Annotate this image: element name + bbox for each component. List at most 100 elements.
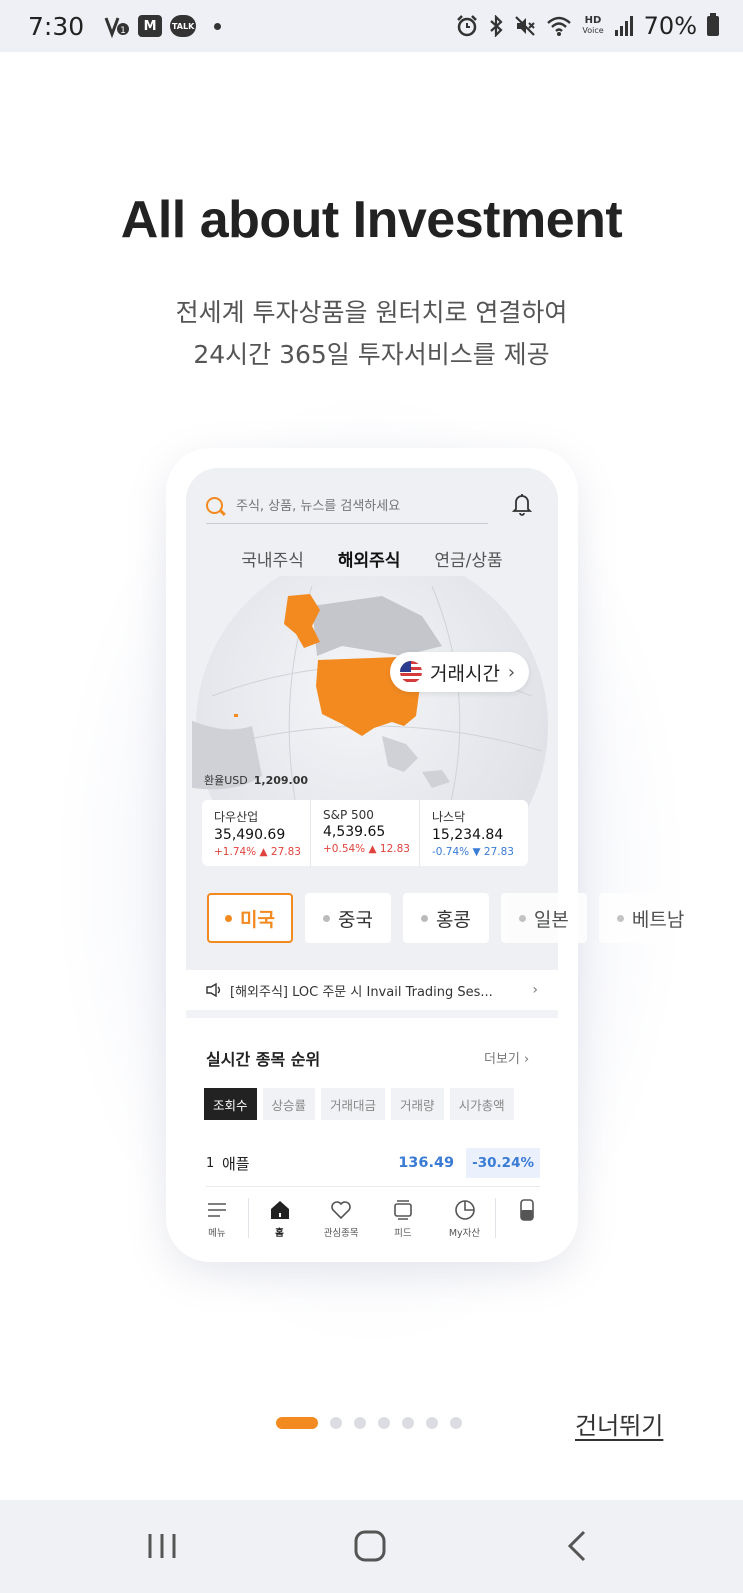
onboarding-title: All about Investment xyxy=(120,191,623,249)
notice-bar[interactable]: [해외주식] LOC 주문 시 Invail Trading Ses... › xyxy=(186,970,558,1010)
nav-watchlist[interactable]: 관심종목 xyxy=(310,1198,372,1239)
chip-trade-value[interactable]: 거래대금 xyxy=(321,1088,386,1120)
chip-volume[interactable]: 거래량 xyxy=(391,1088,444,1120)
index-summary: 다우산업 35,490.69 +1.74% ▲ 27.83 S&P 500 4,… xyxy=(202,800,528,866)
ranking-more-link[interactable]: 더보기 › xyxy=(484,1048,529,1067)
page-dot xyxy=(354,1417,366,1429)
home-icon xyxy=(270,1201,289,1219)
country-japan[interactable]: 일본 xyxy=(500,893,587,943)
index-name: S&P 500 xyxy=(323,808,374,822)
nav-device[interactable] xyxy=(496,1198,558,1225)
chip-gainers[interactable]: 상승률 xyxy=(262,1088,316,1120)
bell-icon xyxy=(512,494,532,516)
volte-icon: 1 xyxy=(104,14,130,38)
tab-pension: 연금/상품 xyxy=(434,551,503,571)
country-label: 홍콩 xyxy=(435,908,471,931)
ranking-row[interactable]: 1 애플 136.49 -30.24% xyxy=(206,1144,540,1182)
nav-label: 메뉴 xyxy=(208,1228,226,1239)
back-icon[interactable] xyxy=(558,1526,598,1566)
index-change: +0.54% ▲ 12.83 xyxy=(323,843,410,855)
svg-text:1: 1 xyxy=(120,26,126,36)
status-time: 7:30 xyxy=(28,11,85,41)
country-label: 베트남 xyxy=(631,908,685,931)
dot-icon xyxy=(616,914,624,922)
skip-button[interactable]: 건너뛰기 xyxy=(575,1406,663,1441)
fx-value: 1,209.00 xyxy=(253,774,309,787)
country-usa[interactable]: 미국 xyxy=(207,893,293,943)
chip-market-cap[interactable]: 시가총액 xyxy=(449,1088,514,1120)
app-bottom-nav: 메뉴 홈 관심종목 피드 My자산 xyxy=(186,1188,558,1246)
battery-icon xyxy=(707,13,719,36)
country-hongkong[interactable]: 홍콩 xyxy=(402,893,489,943)
more-label: 더보기 xyxy=(484,1052,520,1067)
country-label: 미국 xyxy=(240,908,275,931)
chevron-right-icon: › xyxy=(532,982,538,998)
hd-voice-icon: HD Voice xyxy=(582,16,603,36)
dot-icon xyxy=(225,914,232,922)
dot-icon xyxy=(420,914,428,922)
hd-label: HD xyxy=(584,15,602,26)
dot-icon xyxy=(214,22,222,30)
nav-label: 홈 xyxy=(275,1228,284,1239)
country-label: 중국 xyxy=(337,908,373,931)
phone-icon xyxy=(520,1199,534,1221)
alarm-icon xyxy=(456,15,478,37)
mute-icon xyxy=(514,15,536,37)
index-card-sp500[interactable]: S&P 500 4,539.65 +0.54% ▲ 12.83 xyxy=(311,800,420,866)
status-right: HD Voice 70% xyxy=(456,12,719,40)
kakaotalk-icon: TALK xyxy=(170,15,197,37)
page-dot xyxy=(330,1417,342,1429)
nav-menu[interactable]: 메뉴 xyxy=(186,1198,248,1239)
trading-hours-button[interactable]: 거래시간 › xyxy=(390,652,530,692)
bluetooth-icon xyxy=(488,15,504,37)
notice-text: [해외주식] LOC 주문 시 Invail Trading Ses... xyxy=(230,984,493,1000)
page-dot xyxy=(402,1417,414,1429)
country-selector: 미국 중국 홍콩 일본 베트남 xyxy=(207,893,703,943)
menu-icon xyxy=(207,1203,226,1217)
system-nav-bar xyxy=(0,1500,743,1593)
nav-label: My자산 xyxy=(448,1228,481,1239)
trading-hours-label: 거래시간 xyxy=(430,662,500,685)
phone-screen: 국내주식 해외주식 연금/상품 xyxy=(186,468,558,1246)
wifi-icon xyxy=(546,15,572,37)
country-label: 일본 xyxy=(533,908,569,931)
chevron-right-icon: › xyxy=(507,661,516,683)
us-flag-icon xyxy=(400,661,422,683)
chip-views[interactable]: 조회수 xyxy=(204,1088,257,1120)
page-dot xyxy=(450,1417,462,1429)
battery-percent: 70% xyxy=(643,12,697,40)
country-vietnam[interactable]: 베트남 xyxy=(598,893,703,943)
speaker-icon xyxy=(206,983,221,997)
signal-icon xyxy=(614,15,634,37)
index-name: 다우산업 xyxy=(214,810,259,824)
nav-label: 피드 xyxy=(394,1228,412,1239)
index-card-dow[interactable]: 다우산업 35,490.69 +1.74% ▲ 27.83 xyxy=(202,800,311,866)
recent-apps-icon[interactable] xyxy=(142,1526,182,1566)
index-value: 4,539.65 xyxy=(323,824,386,840)
subtitle-line-1: 전세계 투자상품을 원터치로 연결하여 xyxy=(175,298,568,327)
ranking-title: 실시간 종목 순위 xyxy=(206,1050,321,1069)
globe-map-illustration xyxy=(192,576,548,826)
index-name: 나스닥 xyxy=(432,810,466,824)
exchange-rate: 환율USD 1,209.00 xyxy=(204,772,308,788)
tab-overseas: 해외주식 xyxy=(337,551,401,571)
index-value: 15,234.84 xyxy=(432,827,504,843)
nav-home[interactable]: 홈 xyxy=(249,1198,311,1239)
stock-change: -30.24% xyxy=(466,1148,540,1178)
index-change: +1.74% ▲ 27.83 xyxy=(214,846,301,858)
onboarding-subtitle: 전세계 투자상품을 원터치로 연결하여 24시간 365일 투자서비스를 제공 xyxy=(0,292,743,376)
voice-label: Voice xyxy=(582,26,604,35)
nav-feed[interactable]: 피드 xyxy=(372,1198,434,1239)
dot-icon xyxy=(518,914,526,922)
index-value: 35,490.69 xyxy=(214,827,286,843)
country-china[interactable]: 중국 xyxy=(304,893,391,943)
stock-price: 136.49 xyxy=(398,1155,455,1171)
nav-my-assets[interactable]: My자산 xyxy=(434,1198,496,1239)
page-dot-active xyxy=(276,1417,318,1429)
dot-icon xyxy=(322,914,330,922)
status-bar: 7:30 1 M TALK HD Voice 70% xyxy=(0,0,743,52)
home-button-icon[interactable] xyxy=(350,1526,390,1566)
feed-icon xyxy=(394,1200,412,1220)
section-divider xyxy=(186,1010,558,1018)
index-card-nasdaq[interactable]: 나스닥 15,234.84 -0.74% ▼ 27.83 xyxy=(420,800,528,866)
